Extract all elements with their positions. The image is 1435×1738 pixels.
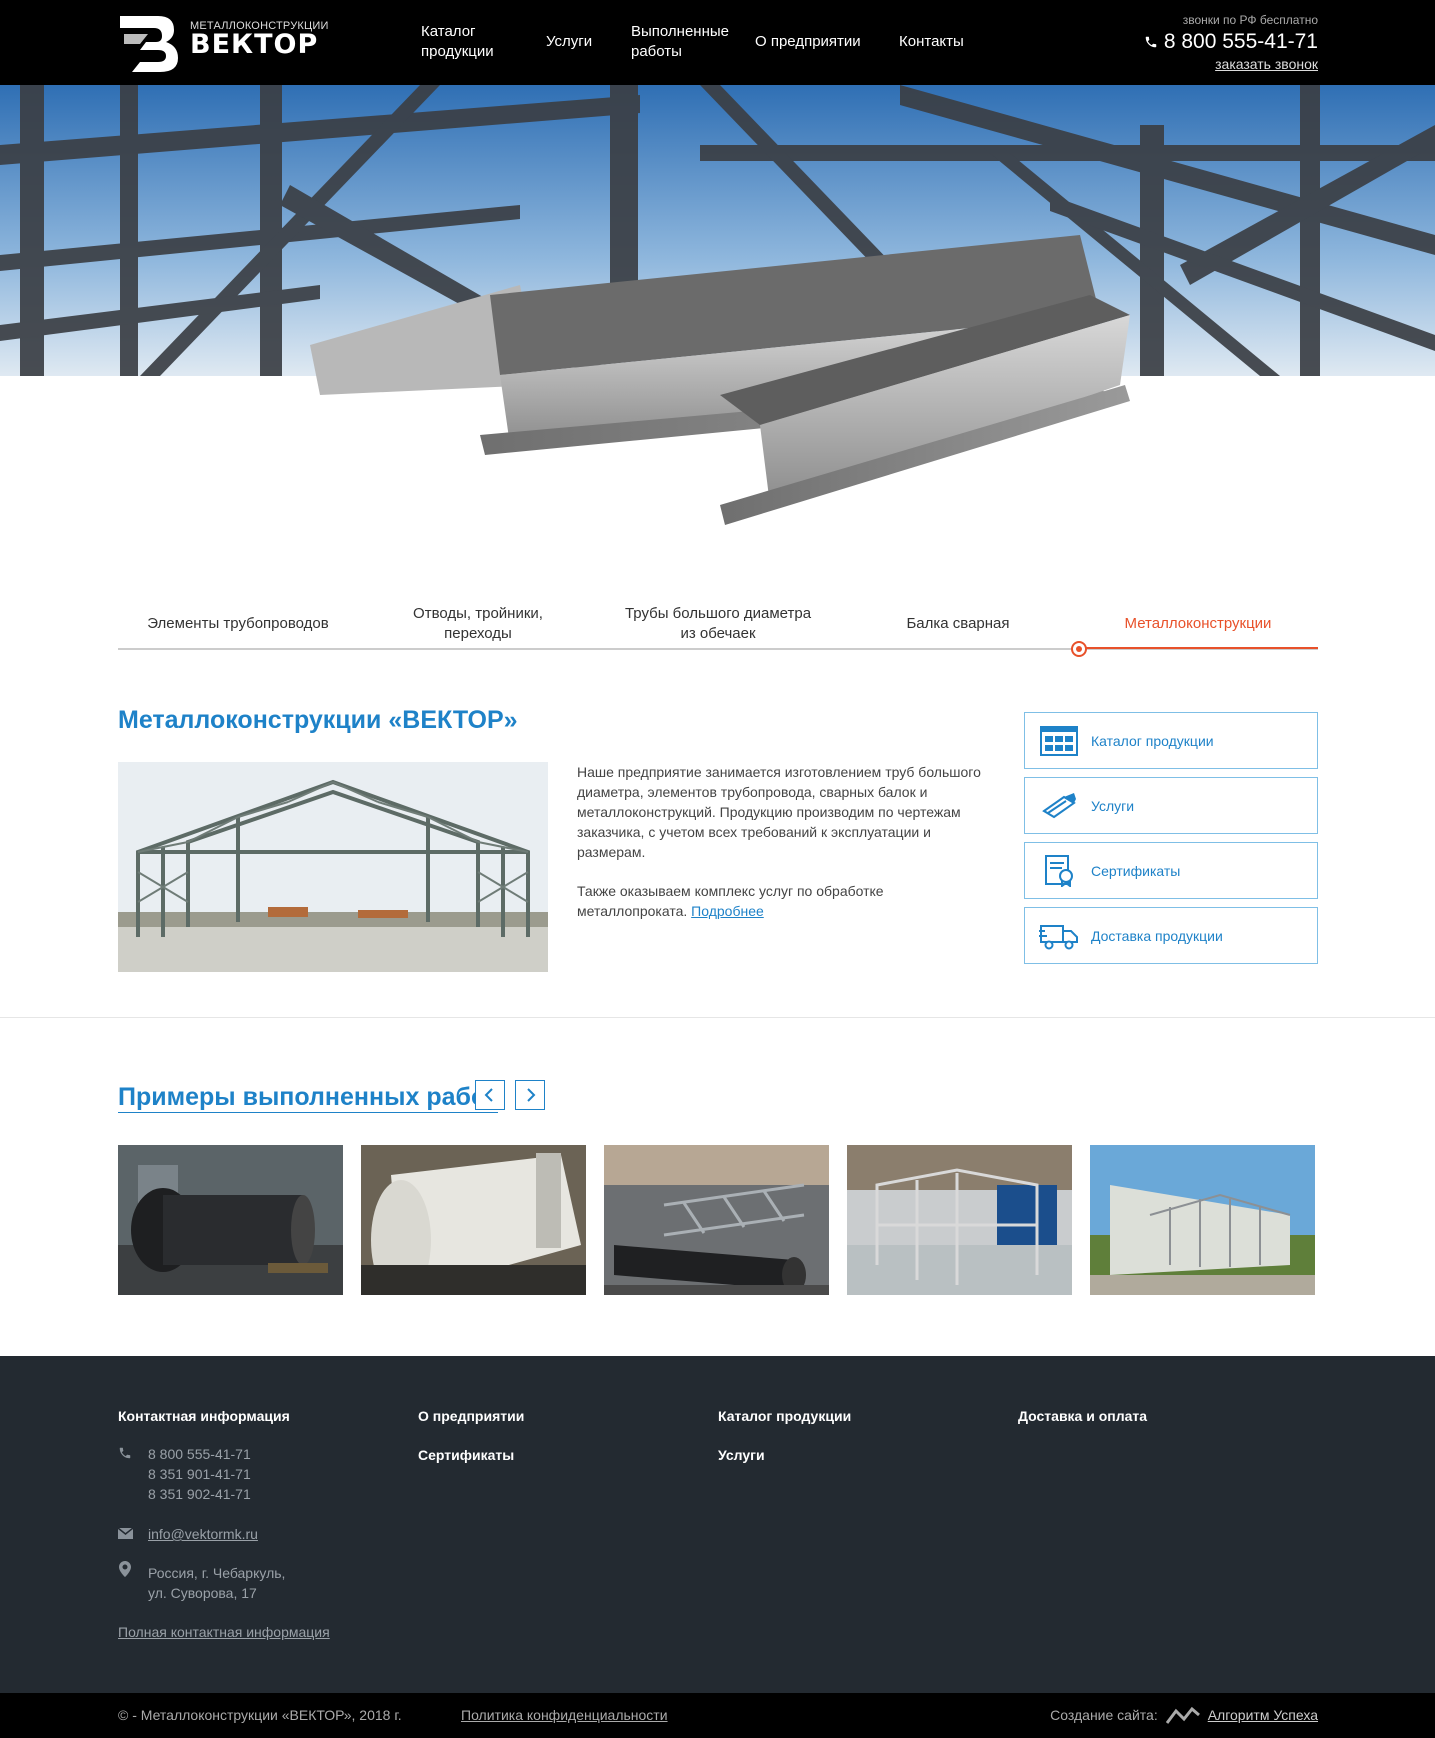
- work-photo-3[interactable]: [604, 1145, 829, 1295]
- side-catalog-button[interactable]: Каталог продукции: [1024, 712, 1318, 769]
- developer-logo-icon: [1165, 1706, 1200, 1724]
- side-services-label: Услуги: [1091, 797, 1135, 814]
- side-delivery-button[interactable]: Доставка продукции: [1024, 907, 1318, 964]
- more-link[interactable]: Подробнее: [691, 903, 764, 919]
- nav-completed-works[interactable]: Выполненные работы: [631, 22, 741, 62]
- site-header: МЕТАЛЛОКОНСТРУКЦИИ ВЕКТОР Каталог продук…: [0, 0, 1435, 85]
- footer-email[interactable]: info@vektormk.ru: [148, 1524, 258, 1544]
- work-photo-1[interactable]: [118, 1145, 343, 1295]
- footer-address-line-2: ул. Суворова, 17: [148, 1585, 257, 1601]
- copyright: © - Металлоконструкции «ВЕКТОР», 2018 г.: [118, 1707, 402, 1723]
- nav-about[interactable]: О предприятии: [755, 32, 861, 52]
- footer-link-delivery[interactable]: Доставка и оплата: [1018, 1408, 1147, 1424]
- logo[interactable]: МЕТАЛЛОКОНСТРУКЦИИ ВЕКТОР: [118, 12, 328, 74]
- header-phone[interactable]: 8 800 555-41-71: [1144, 30, 1318, 54]
- category-tabs: Элементы трубопроводов Отводы, тройники,…: [118, 600, 1318, 650]
- footer-full-contacts-link[interactable]: Полная контактная информация: [118, 1624, 330, 1640]
- intro-paragraph-1: Наше предприятие занимается изготовление…: [577, 764, 981, 860]
- hero-image: [0, 85, 1435, 525]
- created-by-label: Создание сайта:: [1050, 1707, 1158, 1723]
- intro-photo: [118, 762, 548, 972]
- work-photo-5[interactable]: [1090, 1145, 1315, 1295]
- mail-icon: [118, 1528, 133, 1539]
- certificate-icon: [1039, 854, 1079, 888]
- logo-title: ВЕКТОР: [190, 29, 319, 60]
- truck-icon: [1039, 919, 1079, 953]
- tab-bends-tees[interactable]: Отводы, тройники, переходы: [398, 600, 558, 648]
- works-prev-button[interactable]: [475, 1080, 505, 1110]
- active-tab-underline: [1078, 647, 1318, 649]
- side-delivery-label: Доставка продукции: [1091, 927, 1223, 944]
- intro-text: Наше предприятие занимается изготовление…: [577, 762, 997, 940]
- bottom-bar: © - Металлоконструкции «ВЕКТОР», 2018 г.…: [0, 1693, 1435, 1738]
- tab-pipeline-elements[interactable]: Элементы трубопроводов: [118, 600, 358, 648]
- catalog-icon: [1039, 724, 1079, 758]
- services-icon: [1039, 789, 1079, 823]
- works-next-button[interactable]: [515, 1080, 545, 1110]
- tab-welded-beam[interactable]: Балка сварная: [838, 600, 1078, 648]
- header-contacts: звонки по РФ бесплатно 8 800 555-41-71 з…: [1144, 13, 1318, 74]
- tab-large-pipes[interactable]: Трубы большого диаметра из обечаек: [618, 600, 818, 648]
- footer-phone-3[interactable]: 8 351 902-41-71: [148, 1484, 251, 1504]
- footer-link-certificates[interactable]: Сертификаты: [418, 1447, 514, 1463]
- footer-address-line-1: Россия, г. Чебаркуль,: [148, 1565, 286, 1581]
- developer-link[interactable]: Алгоритм Успеха: [1208, 1707, 1318, 1723]
- side-certificates-button[interactable]: Сертификаты: [1024, 842, 1318, 899]
- chevron-right-icon: [527, 1088, 536, 1102]
- footer-email-text: info@vektormk.ru: [148, 1526, 258, 1542]
- footer-contacts-title: Контактная информация: [118, 1408, 290, 1424]
- site-creator: Создание сайта: Алгоритм Успеха: [1050, 1705, 1318, 1725]
- side-certificates-label: Сертификаты: [1091, 862, 1181, 879]
- chevron-left-icon: [484, 1088, 493, 1102]
- footer-link-services[interactable]: Услуги: [718, 1447, 765, 1463]
- footer-link-catalog[interactable]: Каталог продукции: [718, 1408, 851, 1424]
- free-calls-note: звонки по РФ бесплатно: [1182, 13, 1318, 27]
- phone-icon: [1145, 36, 1157, 48]
- section-divider: [0, 1017, 1435, 1018]
- privacy-policy-link[interactable]: Политика конфиденциальности: [461, 1707, 668, 1723]
- header-phone-number: 8 800 555-41-71: [1163, 30, 1318, 53]
- nav-catalog[interactable]: Каталог продукции: [421, 22, 511, 62]
- work-photo-4[interactable]: [847, 1145, 1072, 1295]
- active-tab-marker: [1071, 641, 1087, 657]
- footer-phone-2[interactable]: 8 351 901-41-71: [148, 1464, 251, 1484]
- phone-icon: [119, 1447, 131, 1459]
- nav-contacts[interactable]: Контакты: [899, 32, 964, 52]
- hero-banner: [0, 85, 1435, 555]
- callback-link[interactable]: заказать звонок: [1215, 56, 1318, 72]
- work-photo-2[interactable]: [361, 1145, 586, 1295]
- intro-paragraph-2: Также оказываем комплекс услуг по обрабо…: [577, 881, 997, 921]
- works-title: Примеры выполненных работ: [118, 1083, 498, 1113]
- footer-link-about[interactable]: О предприятии: [418, 1408, 524, 1424]
- location-pin-icon: [119, 1561, 131, 1577]
- intro-title: Металлоконструкции «ВЕКТОР»: [118, 706, 518, 734]
- side-catalog-label: Каталог продукции: [1091, 732, 1214, 749]
- footer-phone-1[interactable]: 8 800 555-41-71: [148, 1444, 251, 1464]
- side-services-button[interactable]: Услуги: [1024, 777, 1318, 834]
- tab-metal-structures[interactable]: Металлоконструкции: [1078, 600, 1318, 648]
- logo-mark-icon: [120, 16, 178, 72]
- nav-services[interactable]: Услуги: [546, 32, 592, 52]
